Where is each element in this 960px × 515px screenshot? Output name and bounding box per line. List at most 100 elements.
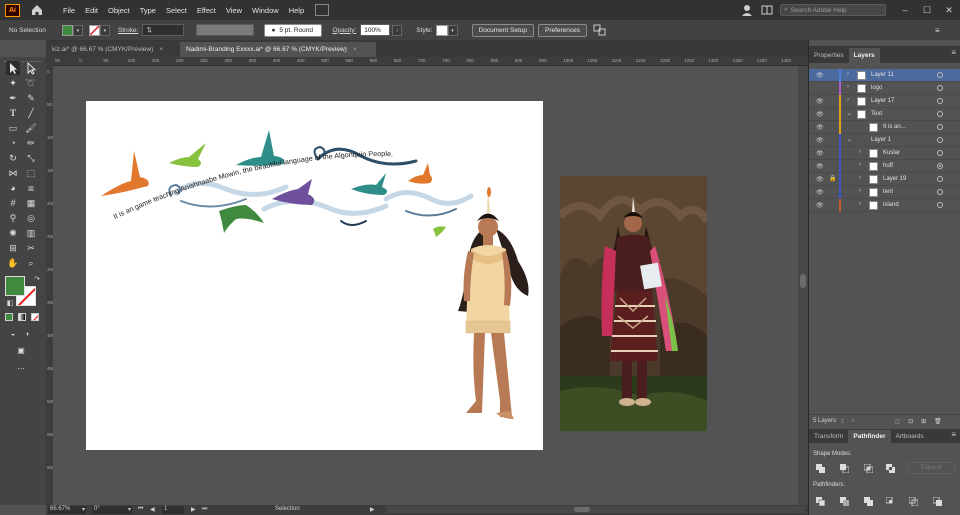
stroke-weight-field[interactable]: ⇅ (142, 24, 185, 36)
preferences-button[interactable]: Preferences (537, 23, 588, 37)
draw-mode-icon[interactable]: ◒ (6, 327, 20, 341)
curvature-tool-icon[interactable]: ✎ (24, 91, 38, 105)
layer-row[interactable]: 👁 › Layer 11 (809, 69, 960, 82)
draw-behind-icon[interactable]: ◑ (20, 327, 34, 341)
outline-icon[interactable] (909, 497, 918, 506)
layer-target-circle[interactable] (937, 202, 943, 208)
control-bar-more-icon[interactable]: ≡ (935, 26, 940, 35)
minus-front-icon[interactable] (840, 464, 849, 473)
reference-photo[interactable] (560, 176, 707, 431)
width-tool-icon[interactable]: ⋈ (6, 166, 20, 180)
tab-nadimi-close-icon[interactable]: × (353, 46, 357, 53)
visibility-eye-icon[interactable]: 👁 (816, 137, 824, 144)
divide-icon[interactable] (816, 497, 825, 506)
screen-mode-icon[interactable]: ▣ (14, 343, 28, 357)
next-artboard-button[interactable]: ▶ (191, 506, 196, 513)
tab-nadimi-branding[interactable]: Nadimi-Branding Exxxx.ai* @ 66.67 % (CMY… (180, 42, 376, 57)
lock-icon[interactable]: 🔒 (829, 175, 836, 182)
tab-kiz-close-icon[interactable]: × (159, 46, 163, 53)
artboard-number-field[interactable]: 1 (162, 506, 184, 514)
first-artboard-button[interactable]: ⏮ (138, 506, 143, 513)
status-menu-icon[interactable]: ▶ (370, 506, 375, 513)
shape-builder-icon[interactable]: ◕ (6, 181, 20, 195)
fill-dropdown[interactable]: ▾ (72, 24, 83, 36)
layer-target-circle[interactable] (937, 85, 943, 91)
layer-target-circle[interactable] (937, 150, 943, 156)
layer-target-circle[interactable] (937, 98, 943, 104)
visibility-eye-icon[interactable]: 👁 (816, 111, 824, 118)
visibility-toggle[interactable] (816, 85, 824, 92)
lasso-icon[interactable]: ➰ (24, 76, 38, 90)
pen-tool-icon[interactable]: ✒ (6, 91, 20, 105)
home-icon[interactable] (30, 3, 44, 17)
layer-target-circle[interactable] (937, 163, 943, 169)
layer-row[interactable]: 👁 ⌄ Layer 1 (809, 134, 960, 147)
menu-select[interactable]: Select (161, 6, 192, 15)
new-layer-icon[interactable]: ⊞ (921, 418, 926, 425)
eyedropper-icon[interactable]: ⚲ (6, 211, 20, 225)
minimize-button[interactable]: – (894, 5, 916, 15)
visibility-eye-icon[interactable]: 👁 (816, 202, 824, 209)
menu-file[interactable]: File (58, 6, 80, 15)
tab-pathfinder[interactable]: Pathfinder (848, 430, 891, 443)
collect-export-icon[interactable]: ⇪ (840, 418, 845, 425)
horizontal-scrollbar[interactable] (386, 506, 806, 513)
menu-object[interactable]: Object (103, 6, 135, 15)
fill-swatch[interactable] (61, 24, 73, 36)
tab-kiz[interactable]: kiz.ai* @ 66.67 % (CMYK/Preview) × (46, 42, 176, 57)
layer-target-circle[interactable] (937, 189, 943, 195)
paintbrush-tool-icon[interactable]: 🖌 (24, 121, 38, 135)
artboard-tool-icon[interactable]: ⊞ (6, 241, 20, 255)
layer-target-circle[interactable] (937, 137, 943, 143)
minus-back-icon[interactable] (933, 497, 942, 506)
layer-target-circle[interactable] (937, 111, 943, 117)
line-tool-icon[interactable]: ╱ (24, 106, 38, 120)
vertical-scrollbar[interactable] (798, 66, 808, 505)
last-artboard-button[interactable]: ⏭ (202, 506, 207, 513)
exclude-icon[interactable] (886, 464, 895, 473)
menu-type[interactable]: Type (135, 6, 161, 15)
symbol-sprayer-icon[interactable]: ✺ (6, 226, 20, 240)
edit-toolbar-icon[interactable]: ⋯ (14, 361, 28, 375)
menu-window[interactable]: Window (247, 6, 284, 15)
crop-icon[interactable] (886, 497, 895, 506)
expand-chevron-icon[interactable]: › (859, 201, 861, 207)
intersect-icon[interactable] (864, 464, 873, 473)
layer-target-circle[interactable] (937, 124, 943, 130)
new-sublayer-icon[interactable]: ⊡ (908, 418, 913, 425)
stroke-swatch[interactable] (88, 24, 100, 36)
mesh-tool-icon[interactable]: # (6, 196, 20, 210)
tab-layers[interactable]: Layers (848, 48, 880, 63)
rotate-tool-icon[interactable]: ↻ (6, 151, 20, 165)
zoom-tool-icon[interactable]: ⌕ (24, 256, 38, 270)
horizontal-scroll-thumb[interactable] (574, 507, 590, 512)
expand-chevron-icon[interactable]: › (847, 97, 849, 103)
search-field[interactable]: ⌕ Search Adobe Help (780, 4, 886, 16)
layer-row[interactable]: 👁 It is an... (809, 121, 960, 134)
menu-effect[interactable]: Effect (192, 6, 221, 15)
swap-fill-stroke-icon[interactable]: ↷ (30, 272, 44, 286)
rotation-field[interactable]: 0° ▾ (92, 506, 132, 514)
layer-row[interactable]: 👁 › Layer 17 (809, 95, 960, 108)
opacity-field[interactable]: 100% (360, 24, 391, 36)
visibility-eye-icon[interactable]: 👁 (816, 150, 824, 157)
gradient-tool-icon[interactable]: ▦ (24, 196, 38, 210)
locate-object-icon[interactable]: ⌕ (851, 418, 854, 425)
slice-tool-icon[interactable]: ✂ (24, 241, 38, 255)
layer-row[interactable]: 👁 › island (809, 199, 960, 212)
arrange-documents-icon[interactable] (315, 4, 330, 16)
stroke-dropdown[interactable]: ▾ (99, 24, 110, 36)
layer-row[interactable]: 👁 › huff (809, 160, 960, 173)
selection-tool-icon[interactable] (6, 61, 20, 75)
menu-view[interactable]: View (221, 6, 247, 15)
document-setup-button[interactable]: Document Setup (471, 23, 534, 37)
rectangle-tool-icon[interactable]: ▭ (6, 121, 20, 135)
expand-chevron-icon[interactable]: › (847, 84, 849, 90)
menu-edit[interactable]: Edit (80, 6, 103, 15)
layer-row[interactable]: 👁 ⌄ Text (809, 108, 960, 121)
shaper-tool-icon[interactable]: ◔ (6, 136, 20, 150)
color-mode-icon[interactable] (5, 313, 13, 321)
direct-selection-tool-icon[interactable] (24, 61, 38, 75)
default-colors-icon[interactable]: ◧ (3, 296, 17, 310)
panel-menu-icon[interactable]: ≡ (951, 48, 956, 63)
